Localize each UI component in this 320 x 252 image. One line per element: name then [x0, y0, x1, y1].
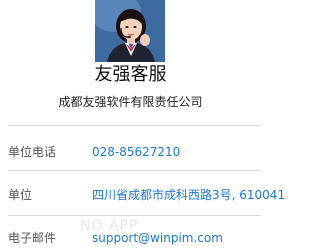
divider	[8, 215, 261, 216]
field-row-email: 电子邮件 support@winpim.com	[0, 218, 261, 252]
avatar-photo-icon	[95, 0, 165, 62]
email-link[interactable]: support@winpim.com	[92, 230, 223, 246]
divider	[8, 125, 261, 126]
contact-name: 友强客服	[94, 64, 167, 85]
field-row-phone: 单位电话 028-85627210	[0, 132, 261, 172]
field-row-address: 单位 四川省成都市成科西路3号, 610041	[0, 175, 285, 215]
field-label: 电子邮件	[8, 231, 57, 245]
contact-company: 成都友强软件有限责任公司	[58, 95, 203, 109]
field-label: 单位电话	[8, 145, 57, 159]
field-label: 单位	[8, 188, 33, 202]
divider	[8, 170, 261, 171]
avatar[interactable]	[95, 0, 165, 62]
phone-link[interactable]: 028-85627210	[92, 144, 180, 160]
address-link[interactable]: 四川省成都市成科西路3号, 610041	[92, 187, 285, 203]
